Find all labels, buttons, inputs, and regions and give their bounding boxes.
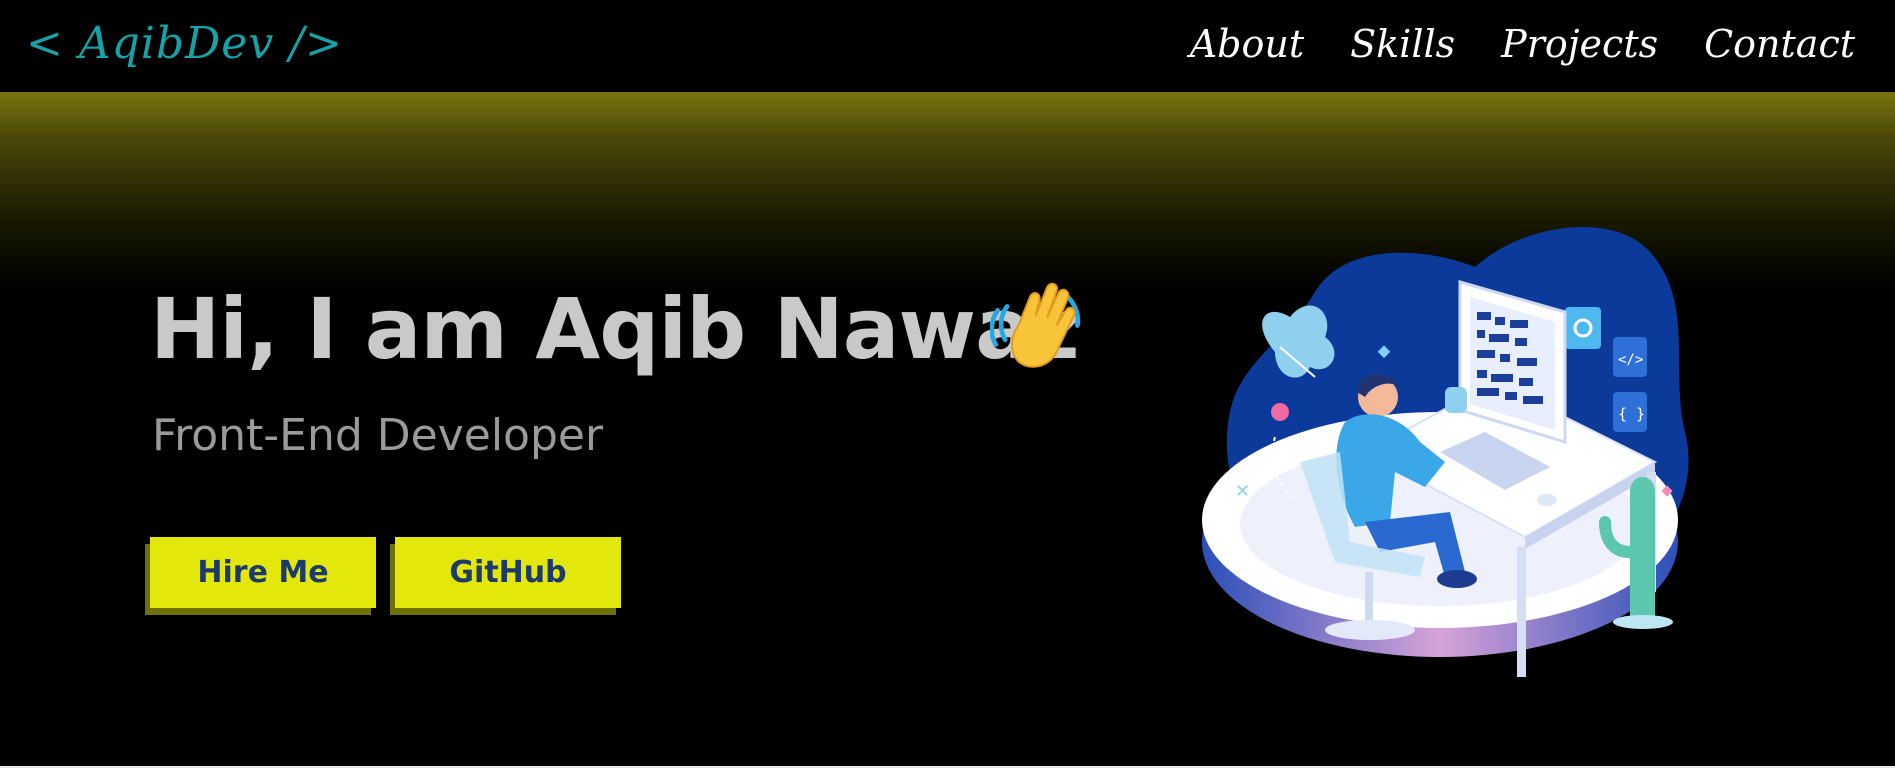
- svg-text:</>: </>: [1618, 352, 1643, 368]
- navbar: < AqibDev /> About Skills Projects Conta…: [0, 0, 1895, 92]
- nav-link-projects[interactable]: Projects: [1501, 22, 1658, 66]
- site-logo[interactable]: < AqibDev />: [26, 18, 343, 69]
- hero-section: Hi, I am Aqib Nawaz Front-End Developer …: [0, 92, 1895, 768]
- developer-at-desk-illustration: ✕ </> { }: [1202, 226, 1689, 677]
- page: < AqibDev /> About Skills Projects Conta…: [0, 0, 1895, 768]
- hire-me-button[interactable]: Hire Me: [150, 537, 376, 608]
- chair-post: [1365, 572, 1373, 622]
- person-shoe: [1437, 570, 1477, 588]
- nav-link-about[interactable]: About: [1190, 22, 1304, 66]
- nav-links: About Skills Projects Contact: [1190, 22, 1855, 66]
- hero-title: Hi, I am Aqib Nawaz: [150, 280, 1080, 378]
- hero-subtitle: Front-End Developer: [152, 410, 604, 461]
- pencil-cup: [1445, 387, 1467, 413]
- nav-link-contact[interactable]: Contact: [1704, 22, 1855, 66]
- waving-hand-icon: [990, 282, 1081, 368]
- nav-link-skills[interactable]: Skills: [1350, 22, 1455, 66]
- cactus-base: [1613, 615, 1673, 629]
- svg-text:{ }: { }: [1618, 405, 1645, 423]
- desk-leg: [1517, 547, 1526, 677]
- sparkle-cross-icon: ✕: [1235, 481, 1250, 502]
- heart-pin-icon: [1271, 403, 1289, 421]
- mouse: [1537, 494, 1557, 506]
- gear-icon: [1565, 307, 1601, 349]
- chair-base: [1325, 620, 1415, 640]
- github-button[interactable]: GitHub: [395, 537, 621, 608]
